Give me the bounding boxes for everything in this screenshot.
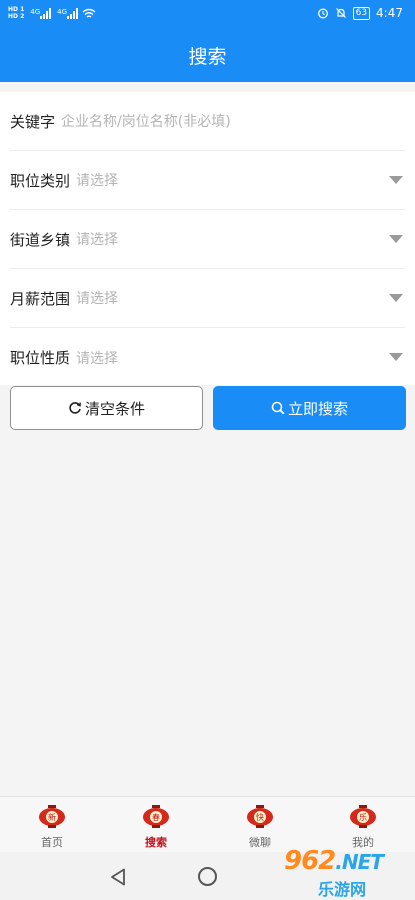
job-nature-select[interactable]: 职位性质 请选择: [10, 328, 405, 387]
street-town-label: 街道乡镇: [10, 230, 71, 249]
lantern-badge: 新: [48, 812, 56, 822]
lantern-icon: 春: [143, 805, 169, 828]
lantern-badge: 快: [256, 812, 264, 822]
clear-conditions-label: 清空条件: [84, 399, 145, 418]
tab-search-label: 搜索: [145, 836, 167, 849]
sim2-label: HD 2: [8, 13, 25, 20]
empty-content-area: [0, 440, 415, 796]
street-town-value: 请选择: [76, 232, 119, 248]
mute-bell-icon: [335, 8, 346, 18]
tab-profile[interactable]: 乐 我的: [311, 797, 415, 853]
app-header: HD 1 HD 2 4G 4G 63 4:47 搜索: [0, 0, 415, 82]
back-triangle-icon[interactable]: [110, 868, 126, 886]
lantern-badge: 春: [152, 812, 160, 822]
dropdown-arrow-icon: [389, 176, 403, 184]
battery-icon: 63: [352, 6, 371, 20]
salary-range-label: 月薪范围: [10, 289, 71, 308]
search-now-button[interactable]: 立即搜索: [213, 386, 406, 430]
status-left: HD 1 HD 2 4G 4G: [8, 6, 96, 20]
lantern-icon: 快: [247, 805, 273, 828]
watermark-text: 乐游网: [318, 880, 367, 899]
salary-range-value: 请选择: [76, 291, 119, 307]
clock: 4:47: [376, 6, 403, 20]
tab-home[interactable]: 新 首页: [0, 797, 104, 853]
street-town-select[interactable]: 街道乡镇 请选择: [10, 210, 405, 269]
watermark-logo: 962.NET 乐游网: [284, 846, 409, 899]
wifi-icon: [82, 8, 96, 18]
lantern-icon: 乐: [350, 805, 376, 828]
dropdown-arrow-icon: [389, 353, 403, 361]
dropdown-arrow-icon: [389, 235, 403, 243]
search-icon: [271, 401, 285, 415]
tab-home-label: 首页: [41, 836, 63, 849]
search-now-label: 立即搜索: [287, 399, 348, 418]
keyword-row[interactable]: 关键字 企业名称/岗位名称(非必填): [10, 92, 405, 151]
signal-icon-2: 4G: [57, 7, 79, 19]
job-nature-value: 请选择: [76, 350, 119, 367]
bottom-tab-bar: 新 首页 春 搜索 快 微聊 乐 我的: [0, 796, 415, 852]
job-category-select[interactable]: 职位类别 请选择: [10, 151, 405, 210]
tab-search[interactable]: 春 搜索: [104, 797, 208, 853]
status-right: 63 4:47: [317, 6, 403, 20]
search-form: 关键字 企业名称/岗位名称(非必填) 职位类别 请选择 街道乡镇 请选择 月薪范…: [0, 92, 415, 385]
status-bar: HD 1 HD 2 4G 4G 63 4:47: [0, 0, 415, 30]
dropdown-arrow-icon: [389, 294, 403, 302]
home-circle-icon[interactable]: [198, 867, 217, 886]
network2-label: 4G: [57, 7, 68, 16]
watermark-suffix: .NET: [335, 850, 384, 874]
tab-chat[interactable]: 快 微聊: [208, 797, 312, 853]
signal-icon-1: 4G: [30, 7, 52, 19]
refresh-icon: [69, 402, 81, 414]
network1-label: 4G: [30, 7, 41, 16]
job-category-label: 职位类别: [10, 171, 71, 190]
salary-range-select[interactable]: 月薪范围 请选择: [10, 269, 405, 328]
lantern-icon: 新: [39, 805, 65, 828]
job-category-value: 请选择: [76, 173, 119, 189]
sim1-label: HD 1: [8, 6, 25, 13]
clear-conditions-button[interactable]: 清空条件: [10, 386, 203, 430]
watermark-number: 962: [284, 846, 336, 876]
page-title: 搜索: [188, 46, 227, 68]
keyword-label: 关键字: [10, 112, 56, 131]
keyword-input[interactable]: 企业名称/岗位名称(非必填): [61, 111, 231, 131]
alarm-icon: [317, 8, 328, 19]
lantern-badge: 乐: [359, 812, 367, 822]
job-nature-label: 职位性质: [10, 349, 71, 367]
sim-indicator: HD 1 HD 2: [8, 6, 24, 20]
